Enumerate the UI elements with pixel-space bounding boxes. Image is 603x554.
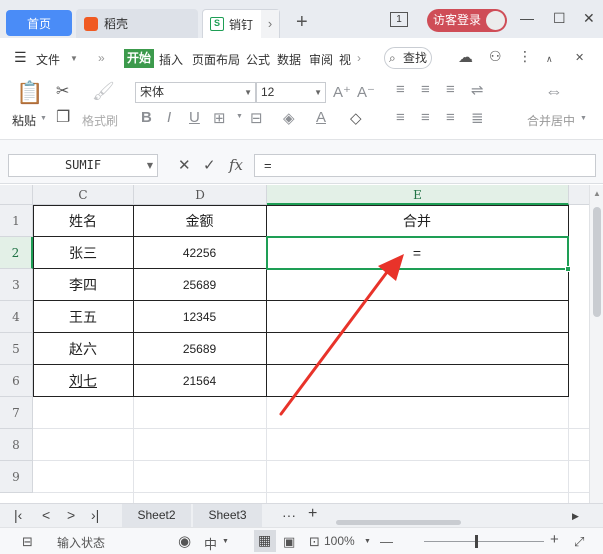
zoom-slider-knob[interactable]	[475, 535, 478, 548]
zoom-in-button[interactable]: +	[550, 531, 559, 548]
add-sheet-button[interactable]: +	[308, 505, 317, 523]
horizontal-scroll-thumb[interactable]	[336, 520, 461, 525]
scroll-right-icon[interactable]: ▶	[572, 511, 579, 522]
annotation-arrow	[279, 254, 404, 416]
sheet-tab-sheet3[interactable]: Sheet3	[193, 504, 262, 527]
page-break-view-icon[interactable]: ⊡	[309, 534, 320, 550]
scroll-thumb[interactable]	[593, 207, 601, 317]
language-icon[interactable]: 中	[204, 534, 217, 553]
zoom-slider[interactable]	[424, 541, 544, 542]
eye-protection-icon[interactable]: ◉	[178, 532, 191, 550]
zoom-dropdown-icon[interactable]: ▼	[364, 538, 371, 545]
macro-icon[interactable]: ⊟	[22, 534, 33, 550]
next-sheet-button[interactable]: >	[67, 507, 75, 523]
grid-view-icon: ▦	[258, 532, 272, 548]
first-sheet-button[interactable]: |‹	[14, 507, 22, 523]
page-layout-view-icon[interactable]: ▣	[283, 534, 295, 550]
normal-view-button[interactable]: ▦	[254, 530, 276, 552]
status-bar: ⊟ 输入状态 ◉ 中 ▼ ▦ ▣ ⊡ 100% ▼ — + ⤢	[0, 527, 603, 554]
prev-sheet-button[interactable]: <	[42, 507, 50, 523]
zoom-level[interactable]: 100%	[324, 534, 355, 548]
sheet-tab-bar: |‹ < > ›| Sheet2 Sheet3 ··· + ▶	[0, 503, 603, 527]
arrow-shaft	[279, 262, 395, 416]
chevron-down-icon[interactable]: ▼	[222, 538, 229, 545]
fullscreen-icon[interactable]: ⤢	[574, 534, 584, 550]
scroll-up-icon[interactable]: ▲	[593, 189, 601, 198]
more-sheets-button[interactable]: ···	[282, 507, 296, 523]
zoom-out-button[interactable]: —	[380, 534, 393, 549]
sheet-tab-sheet2[interactable]: Sheet2	[122, 504, 191, 527]
vertical-scrollbar[interactable]: ▲	[589, 185, 603, 503]
last-sheet-button[interactable]: ›|	[91, 507, 99, 523]
input-status: 输入状态	[57, 536, 106, 550]
